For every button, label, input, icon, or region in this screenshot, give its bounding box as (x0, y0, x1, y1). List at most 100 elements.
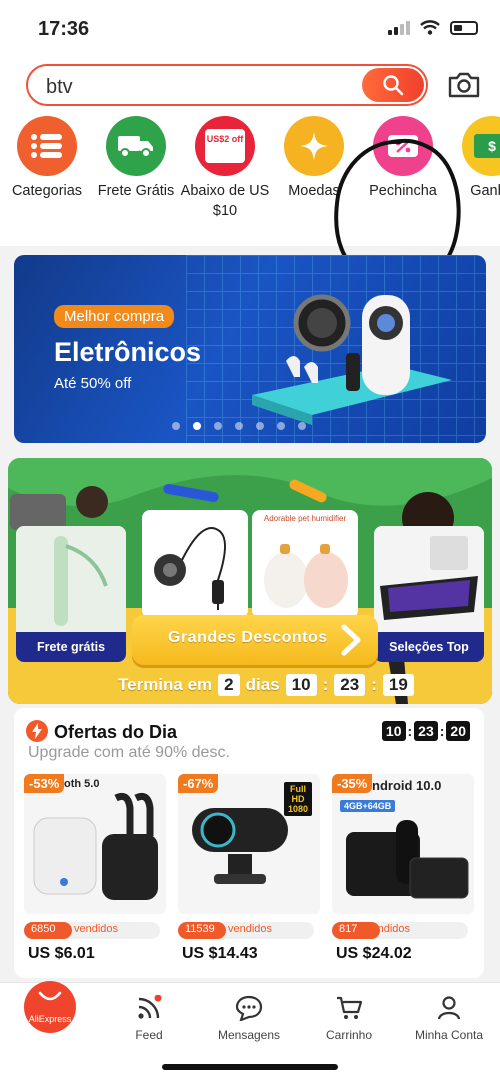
nav-feed[interactable]: Feed (104, 993, 194, 1042)
deals-title: Ofertas do Dia (54, 722, 178, 742)
category-label: Frete Grátis (97, 183, 175, 199)
grandes-descontos-button[interactable]: Grandes Descontos (132, 615, 378, 665)
promo-product-humidifier[interactable]: Adorable pet humidifier (252, 510, 358, 618)
deal-product-earbuds[interactable]: oth 5.0 -53% 6850 vendidos US $6.01 (24, 774, 166, 970)
search-button[interactable] (362, 68, 424, 102)
countdown-days: 2 (218, 674, 240, 696)
timer-hours: 10 (381, 721, 406, 741)
banner-products-image (252, 294, 452, 425)
user-icon (404, 993, 494, 1023)
electronics-banner[interactable]: Melhor compra Eletrônicos Até 50% off (14, 255, 486, 443)
category-frete-gratis[interactable]: Frete Grátis (86, 116, 186, 201)
home-indicator (162, 1064, 338, 1070)
nav-cart[interactable]: Carrinho (304, 993, 394, 1042)
product-caption-2: 4GB+64GB (340, 800, 396, 812)
banner-dot[interactable] (235, 422, 243, 430)
promo-countdown: Termina em 2 dias 10: 23: 19 (118, 674, 414, 696)
banner-badge: Melhor compra (54, 305, 175, 328)
sold-label: vendidos (74, 923, 119, 935)
banner-dot[interactable] (256, 422, 264, 430)
sold-label: vendidos (366, 923, 411, 935)
product-image (16, 526, 126, 632)
discount-badge: -35% (332, 774, 373, 793)
timer-minutes: 23 (414, 721, 438, 741)
status-icons (388, 20, 478, 35)
earphones-image (154, 527, 226, 610)
coupon-badge: US$2 off (205, 129, 245, 163)
category-pechincha[interactable]: Pechincha (353, 116, 453, 201)
search-input[interactable]: btv (26, 64, 428, 106)
promo-card-frete-gratis[interactable]: Frete grátis (16, 526, 126, 662)
sold-count: 6850 (31, 923, 56, 935)
banner-dot[interactable] (277, 422, 285, 430)
product-price: US $24.02 (336, 945, 412, 962)
banner-dot[interactable] (172, 422, 180, 430)
aliexpress-home-button[interactable]: AliExpress (24, 981, 76, 1033)
smile-icon (38, 991, 62, 1001)
humidifier-image (264, 544, 348, 608)
deal-product-tv-box[interactable]: ndroid 10.0 4GB+64GB -35% 817 vendidos U… (332, 774, 474, 970)
discount-badge: -67% (178, 774, 219, 793)
category-label: Abaixo de US $10 (180, 183, 270, 219)
category-label: Categorias (11, 183, 83, 199)
product-image: oth 5.0 -53% (24, 774, 166, 914)
promo-card-label: Seleções Top (374, 632, 484, 662)
category-moedas[interactable]: Moedas (264, 116, 364, 201)
camera-search-button[interactable] (446, 70, 482, 100)
promo-product-earphones[interactable] (142, 510, 248, 618)
battery-icon (450, 20, 478, 35)
money-icon: $ (462, 116, 500, 176)
deals-timer: 10: 23: 20 (381, 721, 470, 741)
sold-count: 11539 (185, 923, 215, 935)
banner-subtitle: Até 50% off (54, 375, 132, 392)
countdown-days-label: dias (245, 675, 280, 694)
daily-deals[interactable]: Ofertas do Dia Upgrade com até 90% desc.… (14, 708, 484, 978)
search-icon (383, 75, 404, 96)
sold-count: 817 (339, 923, 358, 935)
nav-label: Minha Conta (414, 1028, 484, 1042)
promo-section[interactable]: Frete grátis Adorable pet humidifier Sel… (8, 458, 492, 704)
promo-card-label: Frete grátis (16, 632, 126, 662)
category-abaixo-de-10[interactable]: US$2 off Abaixo de US $10 (175, 116, 275, 221)
countdown-seconds: 19 (382, 674, 414, 696)
star-coin-icon (284, 116, 344, 176)
status-time: 17:36 (38, 18, 90, 40)
product-price: US $14.43 (182, 945, 258, 962)
chat-icon (204, 993, 294, 1023)
discount-tag-icon (373, 116, 433, 176)
category-shortcuts: Categorias Frete Grátis US$2 off Abaixo … (0, 116, 500, 292)
product-caption: oth 5.0 (64, 778, 100, 790)
category-ganhe[interactable]: $ Ganhe (442, 116, 500, 201)
wifi-icon (420, 20, 440, 35)
sold-progress: 11539 vendidos (178, 922, 314, 939)
category-categorias[interactable]: Categorias (0, 116, 97, 201)
home-label: AliExpress (28, 1014, 72, 1024)
header: btv Categorias Frete Grátis US$2 off Aba… (0, 58, 500, 292)
truck-icon (106, 116, 166, 176)
product-image: ndroid 10.0 4GB+64GB -35% (332, 774, 474, 914)
deals-subtitle: Upgrade com até 90% desc. (28, 744, 230, 761)
sold-label: vendidos (228, 923, 273, 935)
discount-badge: -53% (24, 774, 65, 793)
category-label: Pechincha (369, 183, 437, 199)
product-caption: ndroid 10.0 (372, 778, 442, 793)
product-caption: Full HD 1080 (284, 782, 312, 816)
banner-dot[interactable] (214, 422, 222, 430)
product-price: US $6.01 (28, 945, 95, 962)
countdown-prefix: Termina em (118, 675, 213, 694)
countdown-minutes: 23 (334, 674, 366, 696)
nav-messages[interactable]: Mensagens (204, 993, 294, 1042)
promo-card-selecoes-top[interactable]: Seleções Top (374, 526, 484, 662)
coupon-icon: US$2 off (195, 116, 255, 176)
nav-label: Mensagens (217, 1028, 281, 1042)
deal-product-webcam[interactable]: Full HD 1080 -67% 11539 vendidos US $14.… (178, 774, 320, 970)
countdown-hours: 10 (285, 674, 317, 696)
banner-dot[interactable] (298, 422, 306, 430)
banner-dot[interactable] (193, 422, 201, 430)
category-label: Ganhe (470, 183, 500, 199)
status-bar: 17:36 (0, 0, 500, 58)
nav-account[interactable]: Minha Conta (404, 993, 494, 1042)
timer-seconds: 20 (446, 721, 470, 741)
nav-label: Feed (135, 1028, 163, 1042)
lightning-icon (26, 720, 48, 742)
